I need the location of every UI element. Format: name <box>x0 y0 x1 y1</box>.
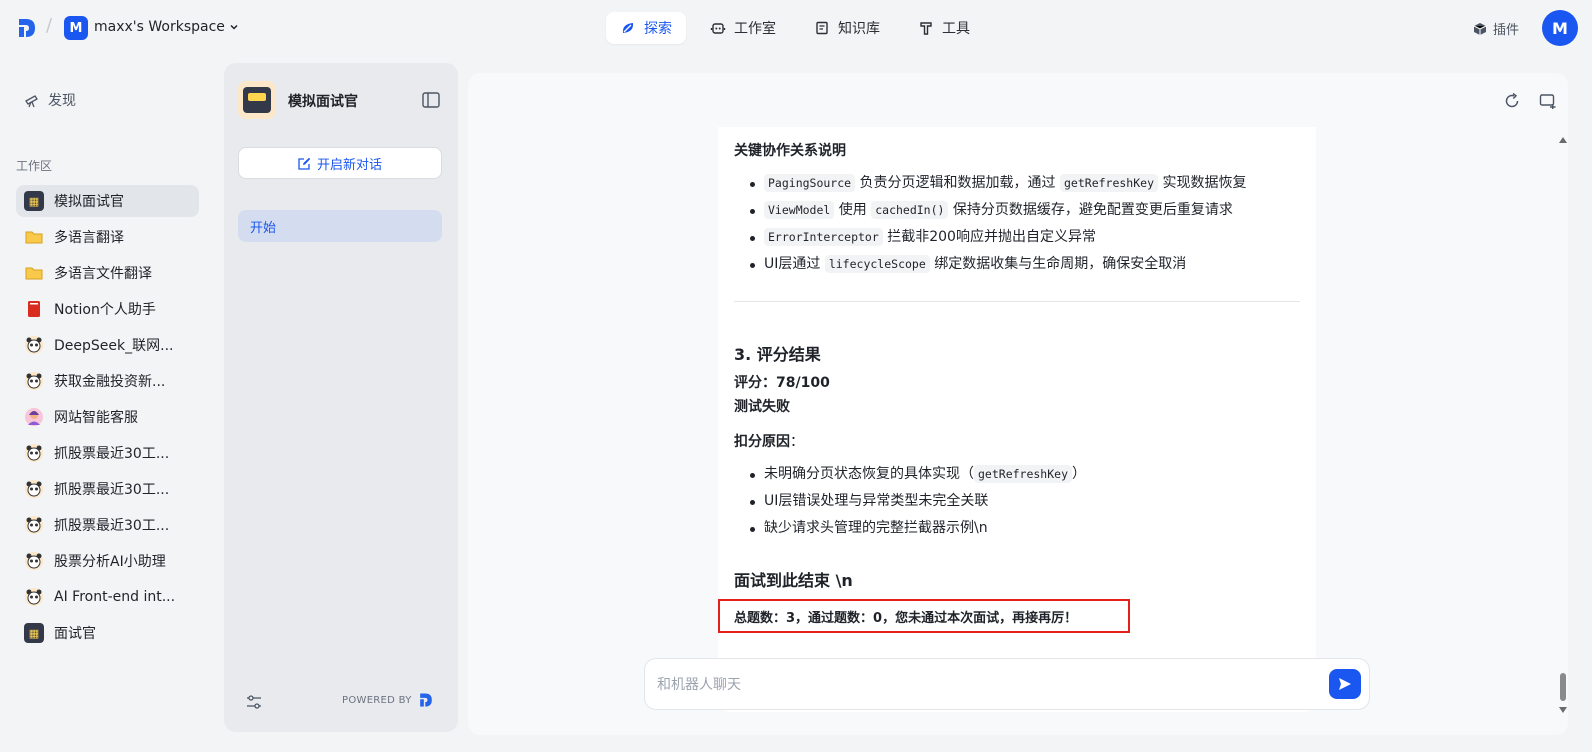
breadcrumb-separator: / <box>46 15 53 36</box>
panda-icon <box>25 516 43 534</box>
section-heading: 关键协作关系说明 <box>734 143 846 159</box>
bot-list: ▦ 模拟面试官 多语言翻译 多语言文件翻译 Notion个人助手 DeepSee… <box>16 185 199 653</box>
knowledge-base-icon <box>816 21 828 35</box>
telescope-icon <box>25 95 38 108</box>
divider <box>734 301 1300 302</box>
list-item: UI层错误处理与异常类型未完全关联 <box>750 488 1086 515</box>
panda-icon <box>25 480 43 498</box>
sidebar-item-website-service[interactable]: 网站智能客服 <box>16 401 199 433</box>
workspace-section-label: 工作区 <box>16 159 53 173</box>
plugin-button[interactable]: 插件 <box>1473 19 1519 38</box>
plugin-cube-icon <box>1473 22 1487 35</box>
powered-by: POWERED BY <box>342 692 434 708</box>
bot-message: 关键协作关系说明 PagingSource 负责分页逻辑和数据加载，通过 get… <box>718 127 1316 712</box>
settings-sliders-icon[interactable] <box>246 694 262 710</box>
book-icon <box>28 301 40 317</box>
send-button[interactable] <box>1329 669 1361 699</box>
new-chat-button[interactable]: 开启新对话 <box>238 147 442 179</box>
top-bar: / M maxx's Workspace 探索 工作室 知识库 工具 插件 M <box>0 0 1592 55</box>
sidebar-item-multilang-file-translate[interactable]: 多语言文件翻译 <box>16 257 199 289</box>
sidebar-item-stock-fetch-3[interactable]: 抓股票最近30工... <box>16 509 199 541</box>
chat-area: 关键协作关系说明 PagingSource 负责分页逻辑和数据加载，通过 get… <box>468 73 1568 735</box>
chat-input-box <box>644 658 1370 710</box>
sidebar-item-finance-news[interactable]: 获取金融投资新... <box>16 365 199 397</box>
list-item: ViewModel 使用 cachedIn() 保持分页数据缓存，避免配置变更后… <box>750 197 1246 224</box>
list-item: PagingSource 负责分页逻辑和数据加载，通过 getRefreshKe… <box>750 170 1246 197</box>
scroll-down-arrow[interactable] <box>1559 707 1567 713</box>
panda-icon <box>25 372 43 390</box>
nav-knowledge[interactable]: 知识库 <box>800 12 894 44</box>
list-item: UI层通过 lifecycleScope 绑定数据收集与生命周期，确保安全取消 <box>750 251 1246 278</box>
panda-icon <box>25 552 43 570</box>
chevron-down-icon <box>230 24 238 30</box>
sidebar-item-notion-assistant[interactable]: Notion个人助手 <box>16 293 199 325</box>
folder-icon <box>25 267 43 280</box>
workspace-name: maxx's Workspace <box>94 19 225 35</box>
refresh-icon[interactable] <box>1503 92 1521 110</box>
deduction-heading: 扣分原因： <box>734 434 804 450</box>
panda-icon <box>25 588 43 606</box>
nav-studio[interactable]: 工作室 <box>696 12 790 44</box>
bot-title: 模拟面试官 <box>288 94 358 110</box>
edit-icon <box>298 157 311 170</box>
bot-avatar <box>238 81 276 119</box>
sidebar-item-deepseek[interactable]: DeepSeek_联网... <box>16 329 199 361</box>
robot-icon <box>710 23 726 34</box>
chat-input[interactable] <box>657 673 1307 697</box>
bot-panel: 模拟面试官 开启新对话 开始 POWERED BY <box>224 63 458 732</box>
nav-explore[interactable]: 探索 <box>606 12 686 44</box>
summary-highlight: 总题数：3，通过题数：0，您未通过本次面试，再接再厉！ <box>718 599 1130 633</box>
app-logo-icon[interactable] <box>16 17 38 39</box>
panda-icon <box>25 444 43 462</box>
sidebar-collapse-icon[interactable] <box>422 92 440 108</box>
sidebar-item-mock-interviewer[interactable]: ▦ 模拟面试官 <box>16 185 199 217</box>
main-nav: 探索 工作室 知识库 工具 <box>606 12 984 44</box>
relations-list: PagingSource 负责分页逻辑和数据加载，通过 getRefreshKe… <box>750 170 1246 278</box>
fail-text: 测试失败 <box>734 399 790 415</box>
explore-icon <box>622 23 634 33</box>
send-icon <box>1339 678 1351 690</box>
robot-icon: ▦ <box>24 191 44 211</box>
app-logo-icon <box>419 693 432 707</box>
scroll-up-arrow[interactable] <box>1559 137 1567 143</box>
panda-icon <box>25 336 43 354</box>
share-screen-icon[interactable] <box>1539 92 1557 110</box>
robot-icon <box>243 87 271 113</box>
chat-scrollbar[interactable] <box>1558 133 1568 713</box>
folder-icon <box>25 231 43 244</box>
workspace-avatar[interactable]: M <box>64 16 88 40</box>
customer-service-icon <box>25 408 43 426</box>
deductions-list: 未明确分页状态恢复的具体实现（ getRefreshKey） UI层错误处理与异常… <box>750 461 1086 542</box>
score-text: 评分：78/100 <box>734 375 830 391</box>
sidebar-item-stock-analysis[interactable]: 股票分析AI小助理 <box>16 545 199 577</box>
conversation-item[interactable]: 开始 <box>238 210 442 242</box>
sidebar-item-ai-frontend[interactable]: AI Front-end int... <box>16 581 199 613</box>
hammer-icon <box>920 22 932 35</box>
result-heading: 3. 评分结果 <box>734 345 821 364</box>
list-item: 未明确分页状态恢复的具体实现（ getRefreshKey） <box>750 461 1086 488</box>
sidebar-item-interviewer[interactable]: ▦ 面试官 <box>16 617 199 649</box>
end-heading: 面试到此结束 \n <box>734 571 853 590</box>
left-sidebar: 发现 工作区 ▦ 模拟面试官 多语言翻译 多语言文件翻译 Notion个人助手 … <box>0 55 216 752</box>
sidebar-discover[interactable]: 发现 <box>24 90 76 110</box>
list-item: ErrorInterceptor 拦截非200响应并抛出自定义异常 <box>750 224 1246 251</box>
user-avatar[interactable]: M <box>1542 10 1578 46</box>
list-item: 缺少请求头管理的完整拦截器示例\n <box>750 515 1086 542</box>
sidebar-item-stock-fetch-1[interactable]: 抓股票最近30工... <box>16 437 199 469</box>
scroll-thumb[interactable] <box>1560 673 1566 701</box>
sidebar-item-multilang-translate[interactable]: 多语言翻译 <box>16 221 199 253</box>
workspace-switcher[interactable]: maxx's Workspace <box>94 19 239 35</box>
nav-tools[interactable]: 工具 <box>904 12 984 44</box>
sidebar-item-stock-fetch-2[interactable]: 抓股票最近30工... <box>16 473 199 505</box>
robot-icon: ▦ <box>24 623 44 643</box>
